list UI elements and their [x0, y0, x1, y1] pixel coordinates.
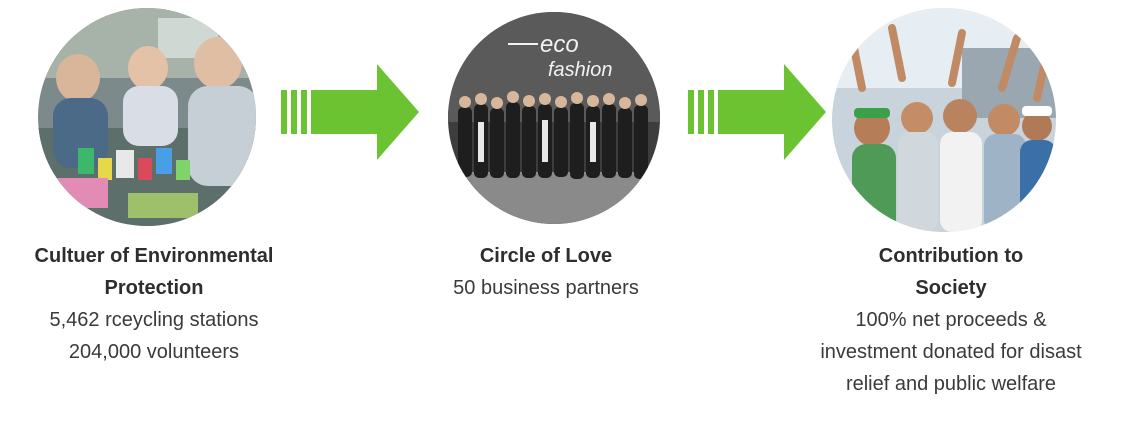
process-flow: eco fashion Cultuer of Environmental Pro…: [0, 0, 1124, 425]
community-celebration-photo: [832, 8, 1056, 232]
step-detail-line: relief and public welfare: [845, 373, 1057, 395]
step-detail-line: 50 business partners: [453, 277, 639, 299]
banner-fashion-text: fashion: [548, 59, 613, 81]
eco-fashion-event-photo: eco fashion: [448, 12, 660, 224]
step-title-line: Circle of Love: [479, 245, 613, 267]
recycling-volunteers-photo: [38, 8, 256, 226]
banner-eco-text: eco: [540, 31, 579, 58]
step-detail-line: 100% net proceeds &: [855, 309, 1047, 331]
step-detail-line: 5,462 rceycling stations: [49, 309, 259, 331]
step-caption-circle-of-love: Circle of Love 50 business partners: [396, 240, 696, 304]
step-title-line: Protection: [104, 277, 204, 299]
step-caption-environmental: Cultuer of Environmental Protection 5,46…: [4, 240, 304, 368]
step-title-line: Society: [915, 277, 987, 299]
step-detail-line: 204,000 volunteers: [68, 341, 240, 363]
step-detail-line: investment donated for disast: [820, 341, 1082, 363]
step-title-line: Contribution to: [878, 245, 1024, 267]
arrow-right-icon: [688, 62, 828, 162]
step-title-line: Cultuer of Environmental: [34, 245, 274, 267]
arrow-right-icon: [281, 62, 421, 162]
step-caption-contribution: Contribution to Society 100% net proceed…: [778, 240, 1124, 400]
